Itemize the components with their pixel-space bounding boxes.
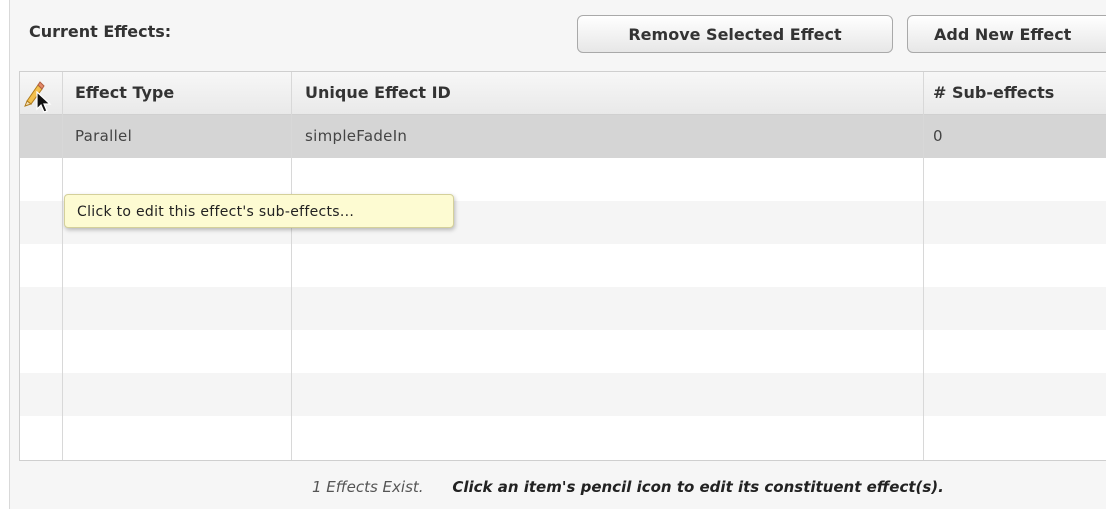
tooltip: Click to edit this effect's sub-effects.…	[64, 194, 454, 228]
empty-row	[20, 287, 1106, 330]
column-divider	[923, 72, 924, 460]
column-divider	[291, 72, 292, 460]
effect-type-cell: Parallel	[75, 127, 133, 145]
column-header-unique-effect-id[interactable]: Unique Effect ID	[305, 72, 451, 114]
sub-effects-cell: 0	[933, 127, 943, 145]
column-header-effect-type[interactable]: Effect Type	[75, 72, 174, 114]
hint-text: Click an item's pencil icon to edit its …	[452, 478, 944, 496]
effects-table: Effect Type Unique Effect ID # Sub-effec…	[19, 71, 1106, 461]
effects-count-text: 1 Effects Exist.	[312, 478, 424, 496]
empty-row	[20, 244, 1106, 287]
remove-selected-effect-button[interactable]: Remove Selected Effect	[577, 15, 893, 53]
panel-title: Current Effects:	[29, 22, 172, 41]
column-header-sub-effects[interactable]: # Sub-effects	[933, 72, 1054, 114]
mouse-cursor-icon	[36, 91, 52, 113]
column-divider	[62, 72, 63, 460]
add-new-effect-button[interactable]: Add New Effect	[907, 15, 1106, 53]
empty-row	[20, 330, 1106, 373]
empty-row	[20, 373, 1106, 416]
empty-row	[20, 416, 1106, 459]
table-row[interactable]: Parallel simpleFadeIn 0	[20, 115, 1106, 158]
table-header: Effect Type Unique Effect ID # Sub-effec…	[20, 72, 1106, 115]
status-footer: 1 Effects Exist. Click an item's pencil …	[312, 478, 944, 496]
effect-id-cell: simpleFadeIn	[305, 127, 408, 145]
